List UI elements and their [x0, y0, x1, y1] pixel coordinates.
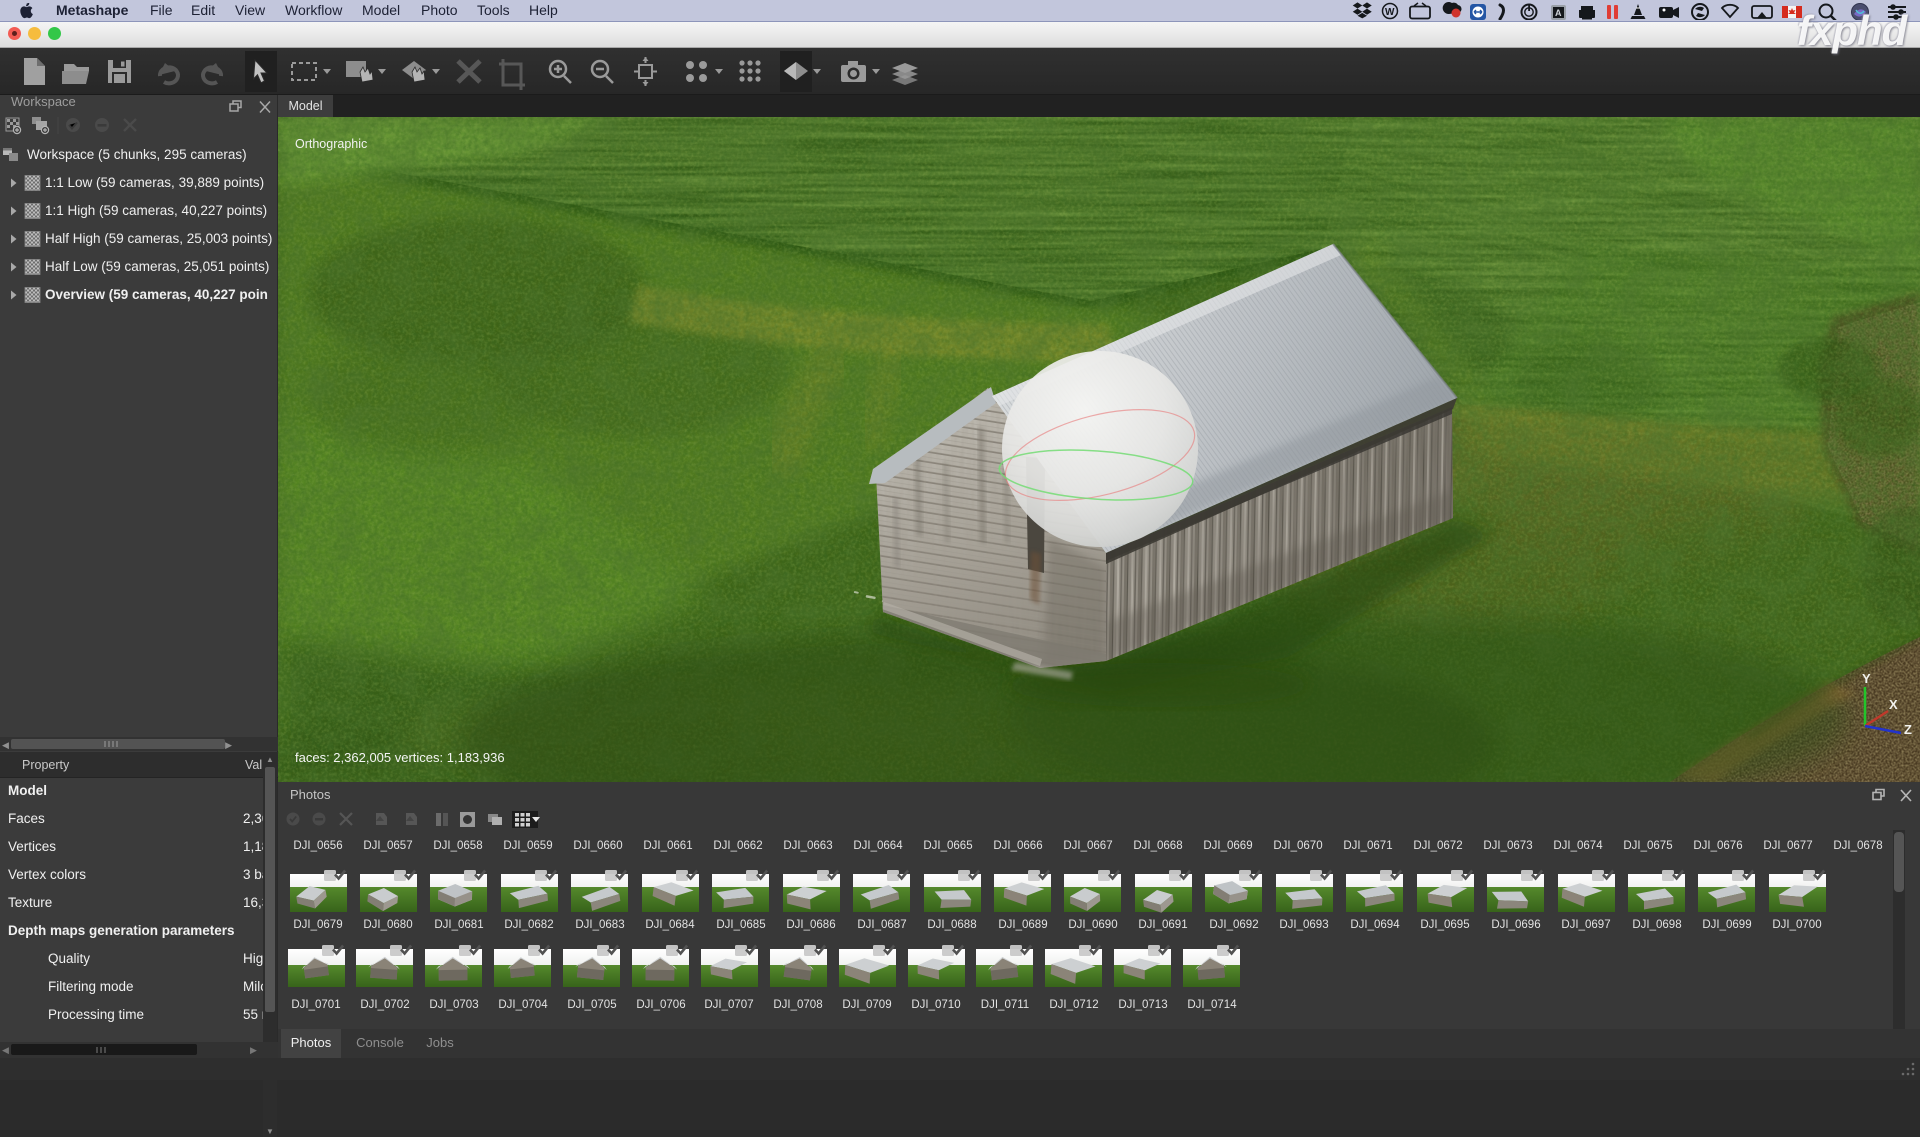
svg-text:Y: Y [1862, 671, 1871, 686]
svg-text:A: A [1555, 8, 1562, 18]
svg-text:Z: Z [1904, 722, 1912, 737]
svg-text:faces: 2,362,005 vertices: 1,1: faces: 2,362,005 vertices: 1,183,936 [295, 750, 505, 765]
svg-text:Orthographic: Orthographic [295, 137, 367, 151]
svg-text:W: W [1385, 7, 1395, 18]
svg-text:X: X [1889, 697, 1898, 712]
